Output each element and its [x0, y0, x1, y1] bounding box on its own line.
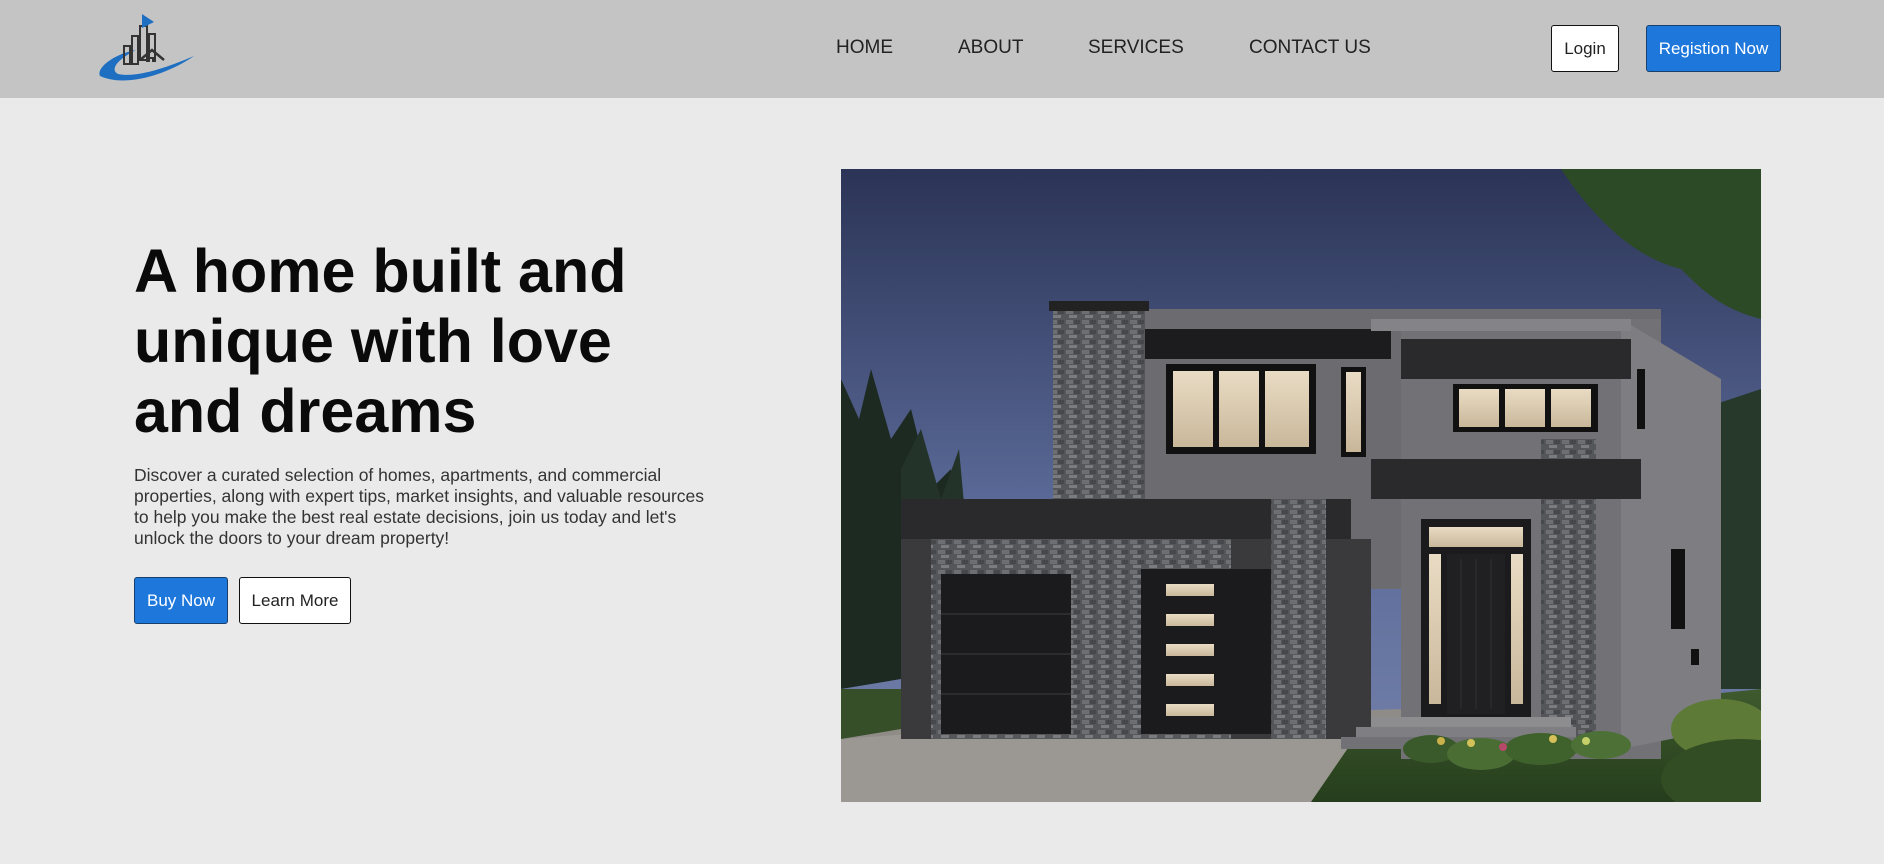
hero-title-line: A home built and: [134, 237, 627, 305]
navbar: HOME ABOUT SERVICES CONTACT US Login Reg…: [0, 0, 1884, 98]
nav-about-link[interactable]: ABOUT: [958, 37, 1023, 59]
nav-services-link[interactable]: SERVICES: [1088, 37, 1184, 59]
nav-contact-link[interactable]: CONTACT US: [1249, 37, 1371, 59]
hero-house-image: [841, 169, 1761, 802]
login-button[interactable]: Login: [1551, 25, 1619, 72]
brand-logo-icon[interactable]: [96, 12, 196, 84]
hero-title-line: and dreams: [134, 377, 477, 445]
hero-title-line: unique with love: [134, 307, 612, 375]
register-button[interactable]: Registion Now: [1646, 25, 1781, 72]
nav-home-link[interactable]: HOME: [836, 37, 893, 59]
buy-now-button[interactable]: Buy Now: [134, 577, 228, 624]
hero-description: Discover a curated selection of homes, a…: [134, 465, 705, 548]
hero-title: A home built and unique with love and dr…: [134, 236, 734, 446]
learn-more-button[interactable]: Learn More: [239, 577, 351, 624]
